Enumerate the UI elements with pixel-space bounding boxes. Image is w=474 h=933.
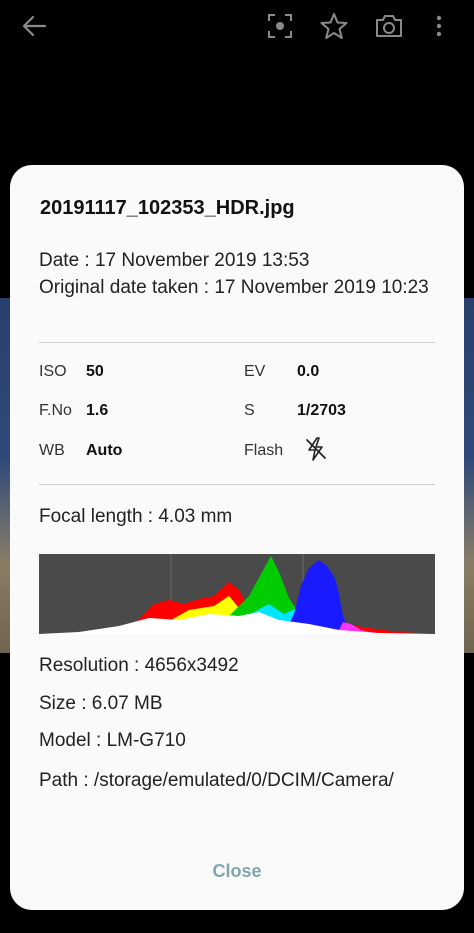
resolution: Resolution : 4656x3492	[39, 655, 239, 676]
histogram	[39, 554, 435, 634]
date-info: Date : 17 November 2019 13:53 Original d…	[39, 247, 434, 301]
camera-icon[interactable]	[373, 10, 405, 42]
favorite-star-icon[interactable]	[318, 10, 350, 42]
file-size: Size : 6.07 MB	[39, 693, 163, 714]
wb-label: WB	[39, 442, 65, 459]
ev-label: EV	[244, 363, 266, 380]
flash-label: Flash	[244, 442, 284, 459]
top-toolbar	[0, 0, 474, 52]
iso-value: 50	[86, 363, 104, 380]
close-button[interactable]: Close	[187, 855, 287, 887]
details-dialog: 20191117_102353_HDR.jpg Date : 17 Novemb…	[10, 165, 464, 910]
back-arrow-icon[interactable]	[18, 10, 50, 42]
date-line: Date : 17 November 2019 13:53	[39, 250, 310, 271]
fno-value: 1.6	[86, 402, 109, 419]
file-path: Path : /storage/emulated/0/DCIM/Camera/	[39, 770, 394, 791]
bixby-vision-icon[interactable]	[264, 10, 296, 42]
device-model: Model : LM-G710	[39, 730, 186, 751]
more-options-icon[interactable]	[423, 10, 455, 42]
wb-value: Auto	[86, 442, 123, 459]
divider	[39, 484, 435, 485]
ev-value: 0.0	[297, 363, 320, 380]
file-name: 20191117_102353_HDR.jpg	[40, 197, 295, 219]
divider	[39, 342, 435, 343]
original-date-line: Original date taken : 17 November 2019 1…	[39, 277, 429, 298]
iso-label: ISO	[39, 363, 67, 380]
shutter-label: S	[244, 402, 255, 419]
flash-off-icon	[304, 436, 328, 467]
shutter-value: 1/2703	[297, 402, 346, 419]
fno-label: F.No	[39, 402, 72, 419]
focal-length: Focal length : 4.03 mm	[39, 506, 233, 527]
